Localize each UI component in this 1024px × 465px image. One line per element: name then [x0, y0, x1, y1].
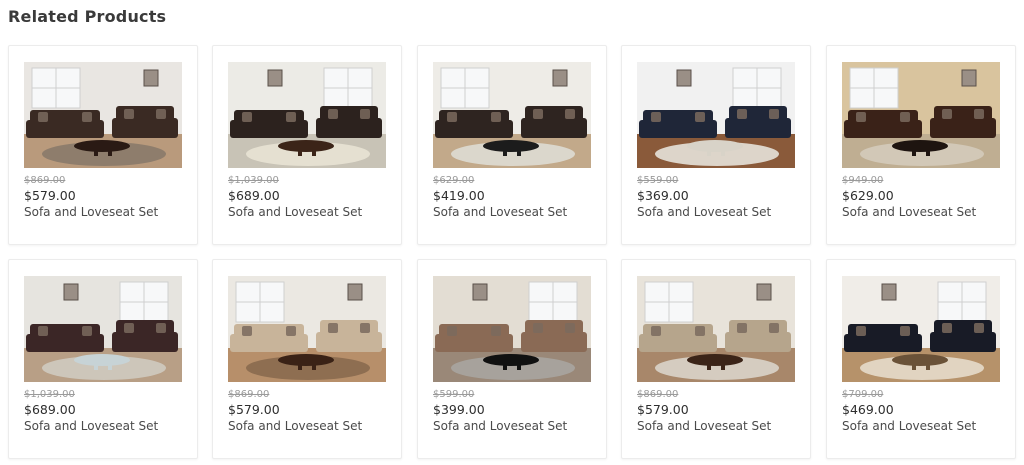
original-price: $559.00 [637, 175, 679, 186]
original-price: $869.00 [24, 175, 66, 186]
product-name-link[interactable]: Sofa and Loveseat Set [228, 419, 362, 433]
sale-price: $369.00 [637, 188, 689, 203]
product-card[interactable]: $629.00 $419.00 Sofa and Loveseat Set [417, 45, 607, 245]
product-image[interactable] [637, 62, 795, 168]
product-name-link[interactable]: Sofa and Loveseat Set [433, 205, 567, 219]
product-card[interactable]: $949.00 $629.00 Sofa and Loveseat Set [826, 45, 1016, 245]
sale-price: $579.00 [24, 188, 76, 203]
product-image[interactable] [842, 276, 1000, 382]
product-card[interactable]: $869.00 $579.00 Sofa and Loveseat Set [212, 259, 402, 459]
product-card[interactable]: $869.00 $579.00 Sofa and Loveseat Set [621, 259, 811, 459]
product-name-link[interactable]: Sofa and Loveseat Set [433, 419, 567, 433]
sale-price: $579.00 [637, 402, 689, 417]
original-price: $1,039.00 [228, 175, 279, 186]
original-price: $869.00 [637, 389, 679, 400]
product-image[interactable] [842, 62, 1000, 168]
product-card[interactable]: $599.00 $399.00 Sofa and Loveseat Set [417, 259, 607, 459]
original-price: $869.00 [228, 389, 270, 400]
product-name-link[interactable]: Sofa and Loveseat Set [842, 205, 976, 219]
product-name-link[interactable]: Sofa and Loveseat Set [24, 205, 158, 219]
product-grid: $869.00 $579.00 Sofa and Loveseat Set $1,03… [0, 0, 1024, 465]
product-image[interactable] [433, 62, 591, 168]
product-card[interactable]: $709.00 $469.00 Sofa and Loveseat Set [826, 259, 1016, 459]
product-name-link[interactable]: Sofa and Loveseat Set [637, 419, 771, 433]
original-price: $599.00 [433, 389, 475, 400]
product-image[interactable] [24, 276, 182, 382]
sale-price: $579.00 [228, 402, 280, 417]
sale-price: $689.00 [24, 402, 76, 417]
original-price: $1,039.00 [24, 389, 75, 400]
sale-price: $399.00 [433, 402, 485, 417]
original-price: $629.00 [433, 175, 475, 186]
product-image[interactable] [228, 62, 386, 168]
product-card[interactable]: $869.00 $579.00 Sofa and Loveseat Set [8, 45, 198, 245]
product-card[interactable]: $1,039.00 $689.00 Sofa and Loveseat Set [212, 45, 402, 245]
product-image[interactable] [228, 276, 386, 382]
product-card[interactable]: $559.00 $369.00 Sofa and Loveseat Set [621, 45, 811, 245]
sale-price: $469.00 [842, 402, 894, 417]
product-image[interactable] [433, 276, 591, 382]
product-name-link[interactable]: Sofa and Loveseat Set [842, 419, 976, 433]
product-image[interactable] [637, 276, 795, 382]
product-image[interactable] [24, 62, 182, 168]
original-price: $709.00 [842, 389, 884, 400]
original-price: $949.00 [842, 175, 884, 186]
sale-price: $629.00 [842, 188, 894, 203]
product-card[interactable]: $1,039.00 $689.00 Sofa and Loveseat Set [8, 259, 198, 459]
product-name-link[interactable]: Sofa and Loveseat Set [637, 205, 771, 219]
sale-price: $419.00 [433, 188, 485, 203]
product-name-link[interactable]: Sofa and Loveseat Set [228, 205, 362, 219]
product-name-link[interactable]: Sofa and Loveseat Set [24, 419, 158, 433]
sale-price: $689.00 [228, 188, 280, 203]
